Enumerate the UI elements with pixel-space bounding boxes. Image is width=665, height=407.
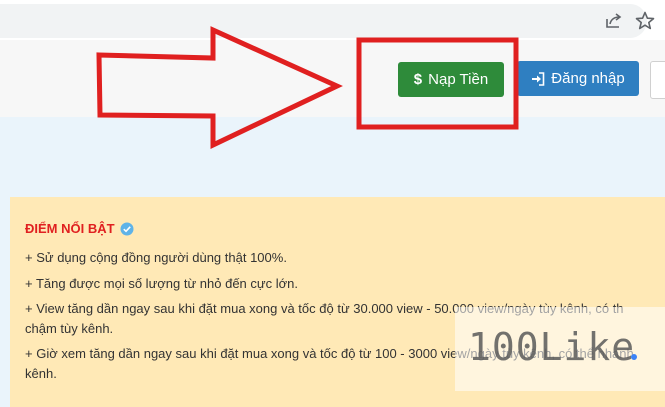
verified-badge-icon [120, 222, 134, 235]
sign-in-icon [532, 71, 545, 86]
highlight-line: + Tăng được mọi số lượng từ nhỏ đến cực … [25, 276, 298, 291]
register-button[interactable] [650, 61, 665, 99]
highlights-title: ĐIỂM NỔI BẬT [25, 221, 134, 236]
highlight-line: kênh. [25, 366, 57, 381]
login-button[interactable]: Đăng nhập [517, 61, 639, 96]
login-label: Đăng nhập [551, 70, 625, 87]
star-icon[interactable] [634, 10, 656, 32]
watermark-logo: 100Like [468, 325, 636, 369]
watermark-dot [631, 354, 637, 360]
deposit-button[interactable]: $ Nạp Tiền [398, 62, 504, 97]
browser-toolbar [0, 0, 665, 40]
highlight-line: chậm tùy kênh. [25, 321, 114, 336]
dollar-icon: $ [413, 71, 423, 88]
share-icon[interactable] [604, 11, 624, 31]
address-bar[interactable] [0, 4, 647, 38]
highlights-title-text: ĐIỂM NỔI BẬT [25, 221, 115, 236]
highlight-line: + Sử dụng cộng đồng người dùng thật 100%… [25, 250, 287, 265]
deposit-label: Nạp Tiền [428, 71, 489, 88]
